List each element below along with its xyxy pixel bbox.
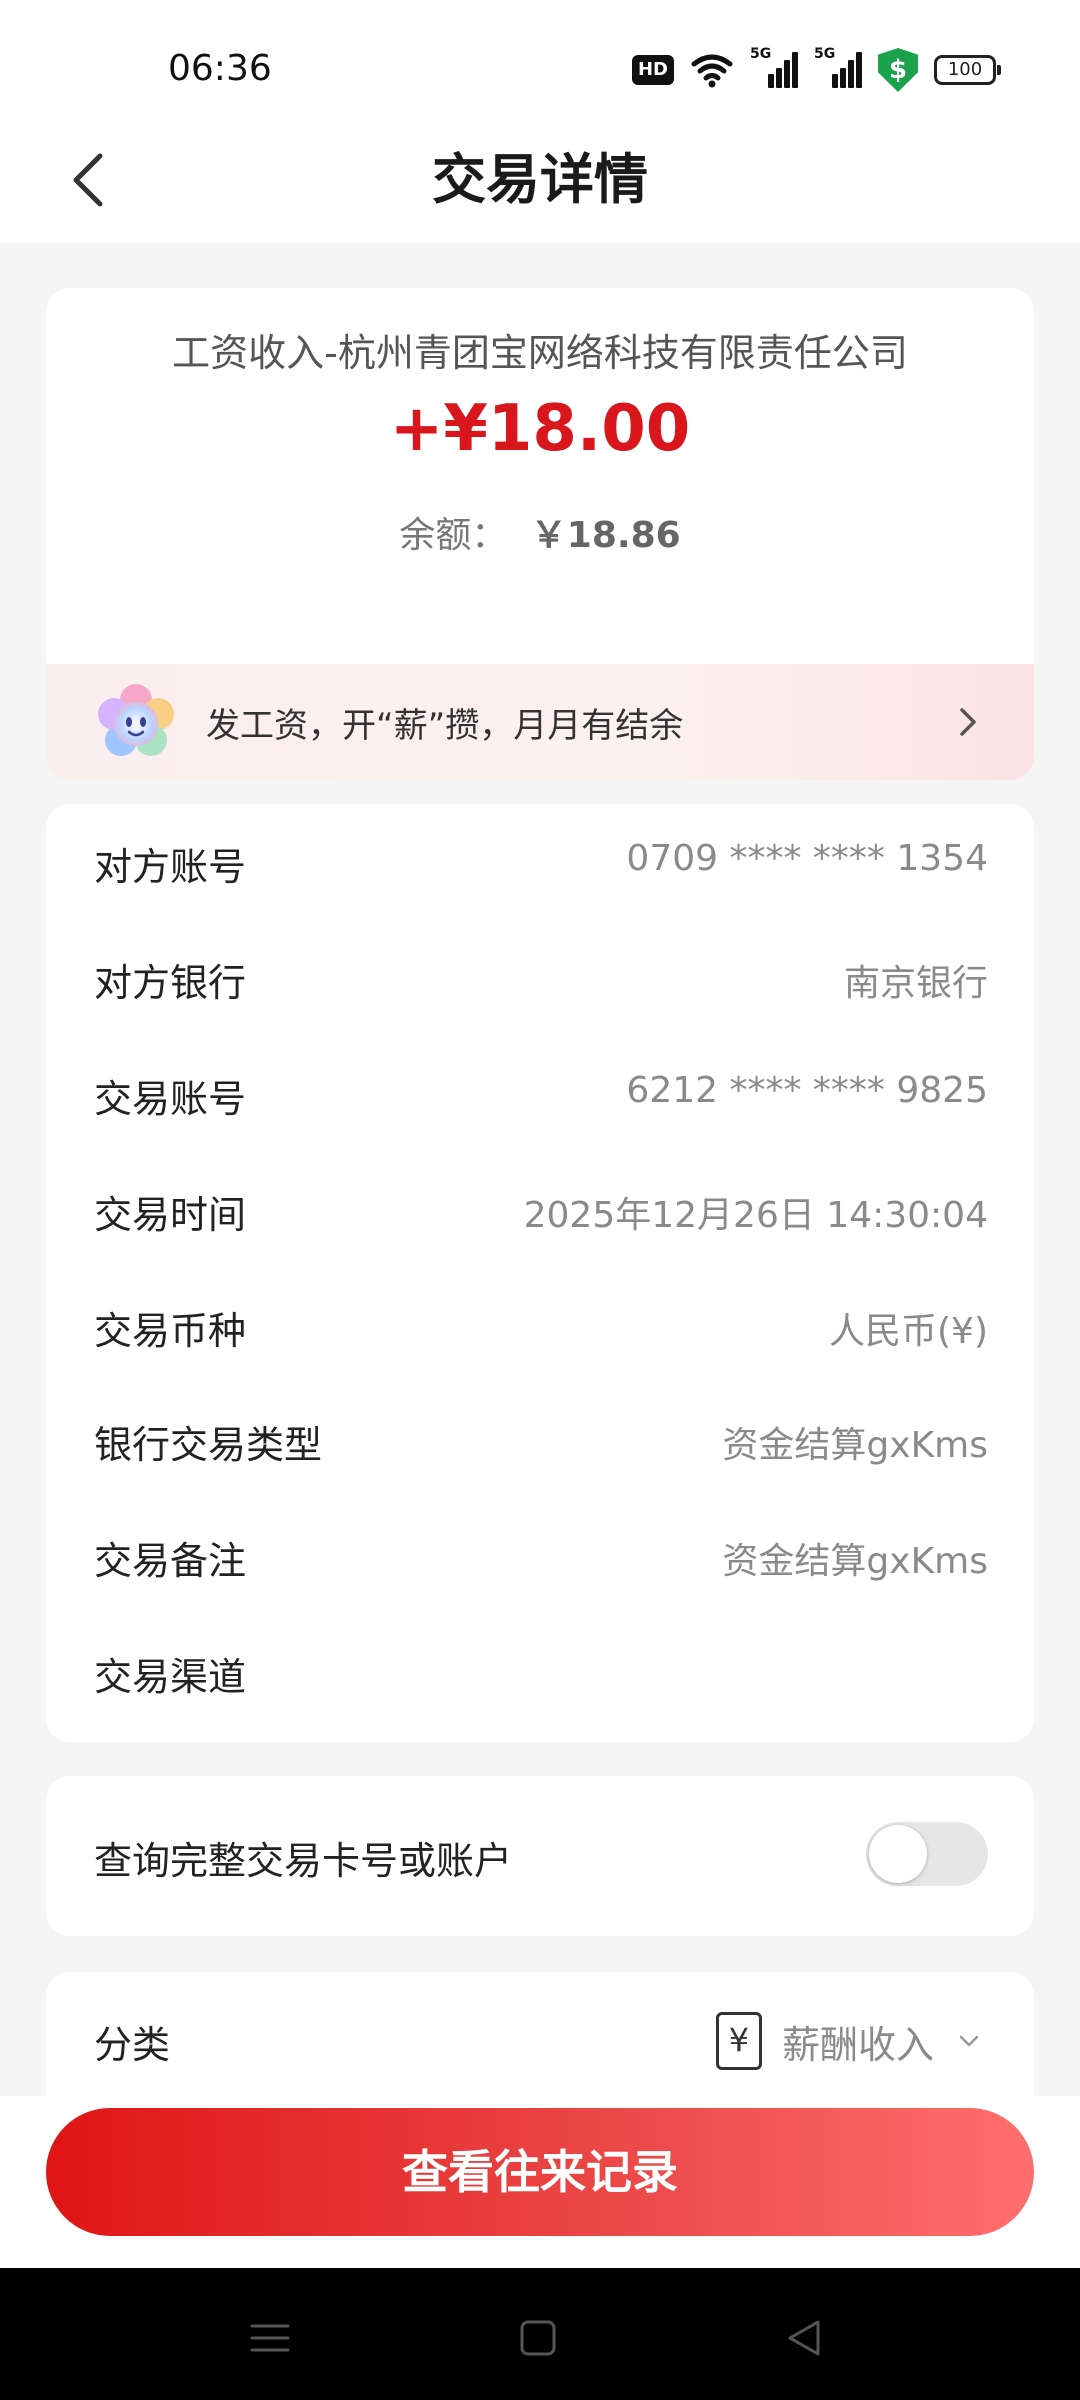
full-card-number-toggle[interactable] <box>866 1822 988 1886</box>
detail-label: 交易渠道 <box>94 1655 247 1699</box>
chevron-down-icon <box>959 2035 979 2047</box>
category-value: 薪酬收入 <box>781 2022 934 2067</box>
counterparty-name: 工资收入-杭州青团宝网络科技有限责任公司 <box>172 331 908 375</box>
transaction-detail-screen: 06:36 HD 5G 5G $ 100 交易详情 工资收入-杭州青团宝网络科技… <box>0 0 1080 2400</box>
chevron-right-icon <box>960 708 976 736</box>
detail-row-transaction-account: 交易账号 6212 **** **** 9825 <box>46 1036 1034 1152</box>
detail-value: 2025年12月26日 14:30:04 <box>523 1195 988 1236</box>
detail-row-currency: 交易币种 人民币(¥) <box>46 1268 1034 1384</box>
status-time: 06:36 <box>168 48 272 89</box>
detail-row-counterparty-account: 对方账号 0709 **** **** 1354 <box>46 804 1034 920</box>
home-icon[interactable] <box>508 2308 568 2368</box>
status-icons: HD 5G 5G $ 100 <box>631 46 1001 92</box>
back-triangle-icon[interactable] <box>774 2308 834 2368</box>
menu-icon[interactable] <box>240 2308 300 2368</box>
category-card: 分类 ¥ 薪酬收入 <box>46 1972 1034 2112</box>
salary-savings-promo-banner[interactable]: 发工资，开“薪”攒，月月有结余 <box>46 664 1034 780</box>
security-shield-icon: $ <box>878 48 918 92</box>
full-card-number-toggle-label: 查询完整交易卡号或账户 <box>94 1839 513 1883</box>
detail-label: 对方账号 <box>94 845 247 889</box>
detail-row-counterparty-bank: 对方银行 南京银行 <box>46 920 1034 1036</box>
transaction-summary-card: 工资收入-杭州青团宝网络科技有限责任公司 +¥18.00 余额： ￥18.86 <box>46 288 1034 780</box>
balance-line: 余额： ￥18.86 <box>46 506 1034 558</box>
salary-category-icon: ¥ <box>715 2012 762 2070</box>
detail-row-bank-transaction-type: 银行交易类型 资金结算gxKms <box>46 1382 1034 1498</box>
header: 交易详情 <box>0 120 1080 242</box>
view-history-button[interactable]: 查看往来记录 <box>46 2108 1034 2236</box>
toggle-knob <box>869 1825 927 1883</box>
page-title: 交易详情 <box>432 148 648 211</box>
detail-value: 南京银行 <box>843 963 988 1004</box>
system-navigation-bar <box>0 2268 1080 2400</box>
detail-value: 0709 **** **** 1354 <box>626 838 988 879</box>
category-label: 分类 <box>94 2023 171 2067</box>
detail-value: 资金结算gxKms <box>722 1425 988 1466</box>
detail-value: 6212 **** **** 9825 <box>626 1070 988 1111</box>
wifi-icon <box>691 54 733 88</box>
transaction-details-card: 对方账号 0709 **** **** 1354 对方银行 南京银行 交易账号 … <box>46 804 1034 1742</box>
detail-row-transaction-channel: 交易渠道 <box>46 1614 1034 1730</box>
detail-label: 对方银行 <box>94 961 247 1005</box>
signal-5g-icon-2: 5G <box>814 46 862 88</box>
category-dropdown[interactable]: ¥ 薪酬收入 <box>715 2008 984 2074</box>
hd-voice-icon: HD <box>631 55 674 85</box>
detail-label: 交易备注 <box>94 1539 247 1583</box>
balance-label: 余额： <box>399 515 508 556</box>
detail-row-transaction-time: 交易时间 2025年12月26日 14:30:04 <box>46 1152 1034 1268</box>
bottom-action-area: 查看往来记录 <box>0 2096 1080 2268</box>
detail-value: 资金结算gxKms <box>722 1541 988 1582</box>
detail-label: 交易时间 <box>94 1193 247 1237</box>
balance-value: ￥18.86 <box>530 515 681 556</box>
full-card-number-toggle-card: 查询完整交易卡号或账户 <box>46 1776 1034 1936</box>
smiling-flower-icon <box>98 684 174 756</box>
detail-label: 交易币种 <box>94 1309 247 1353</box>
signal-5g-icon-1: 5G <box>750 46 798 88</box>
battery-icon: 100 <box>934 55 1001 85</box>
transaction-amount: +¥18.00 <box>389 392 691 466</box>
detail-row-transaction-note: 交易备注 资金结算gxKms <box>46 1498 1034 1614</box>
promo-text: 发工资，开“薪”攒，月月有结余 <box>206 706 684 746</box>
detail-label: 交易账号 <box>94 1077 247 1121</box>
status-bar: 06:36 HD 5G 5G $ 100 <box>0 0 1080 120</box>
detail-value: 人民币(¥) <box>829 1311 988 1352</box>
detail-label: 银行交易类型 <box>94 1423 323 1467</box>
